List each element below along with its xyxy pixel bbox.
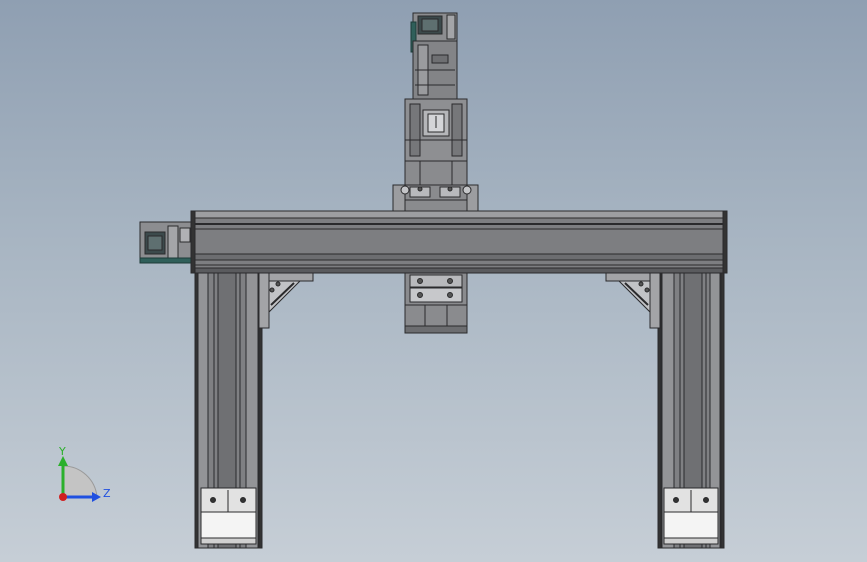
z-axis-housing[interactable]	[404, 98, 468, 162]
triad-origin	[59, 493, 67, 501]
z-motor[interactable]	[410, 12, 458, 100]
z-carriage-lower[interactable]	[404, 272, 468, 334]
right-corner-bracket	[605, 272, 661, 329]
y-carriage-plate[interactable]	[392, 184, 479, 213]
x-beam[interactable]	[190, 210, 728, 274]
cad-viewport[interactable]: Y Z	[0, 0, 867, 562]
triad-rotation-arc	[62, 465, 98, 498]
y-axis-label: Y	[58, 445, 66, 458]
left-corner-bracket	[258, 272, 314, 329]
gantry-model[interactable]: Y Z	[0, 0, 867, 562]
x-motor[interactable]	[139, 221, 196, 264]
z-axis-label: Z	[103, 487, 111, 500]
right-foot-block[interactable]	[663, 487, 719, 545]
left-foot-block[interactable]	[200, 487, 257, 545]
z-rail	[404, 160, 468, 186]
orientation-triad[interactable]: Y Z	[58, 445, 111, 502]
z-axis-module[interactable]	[392, 12, 479, 213]
